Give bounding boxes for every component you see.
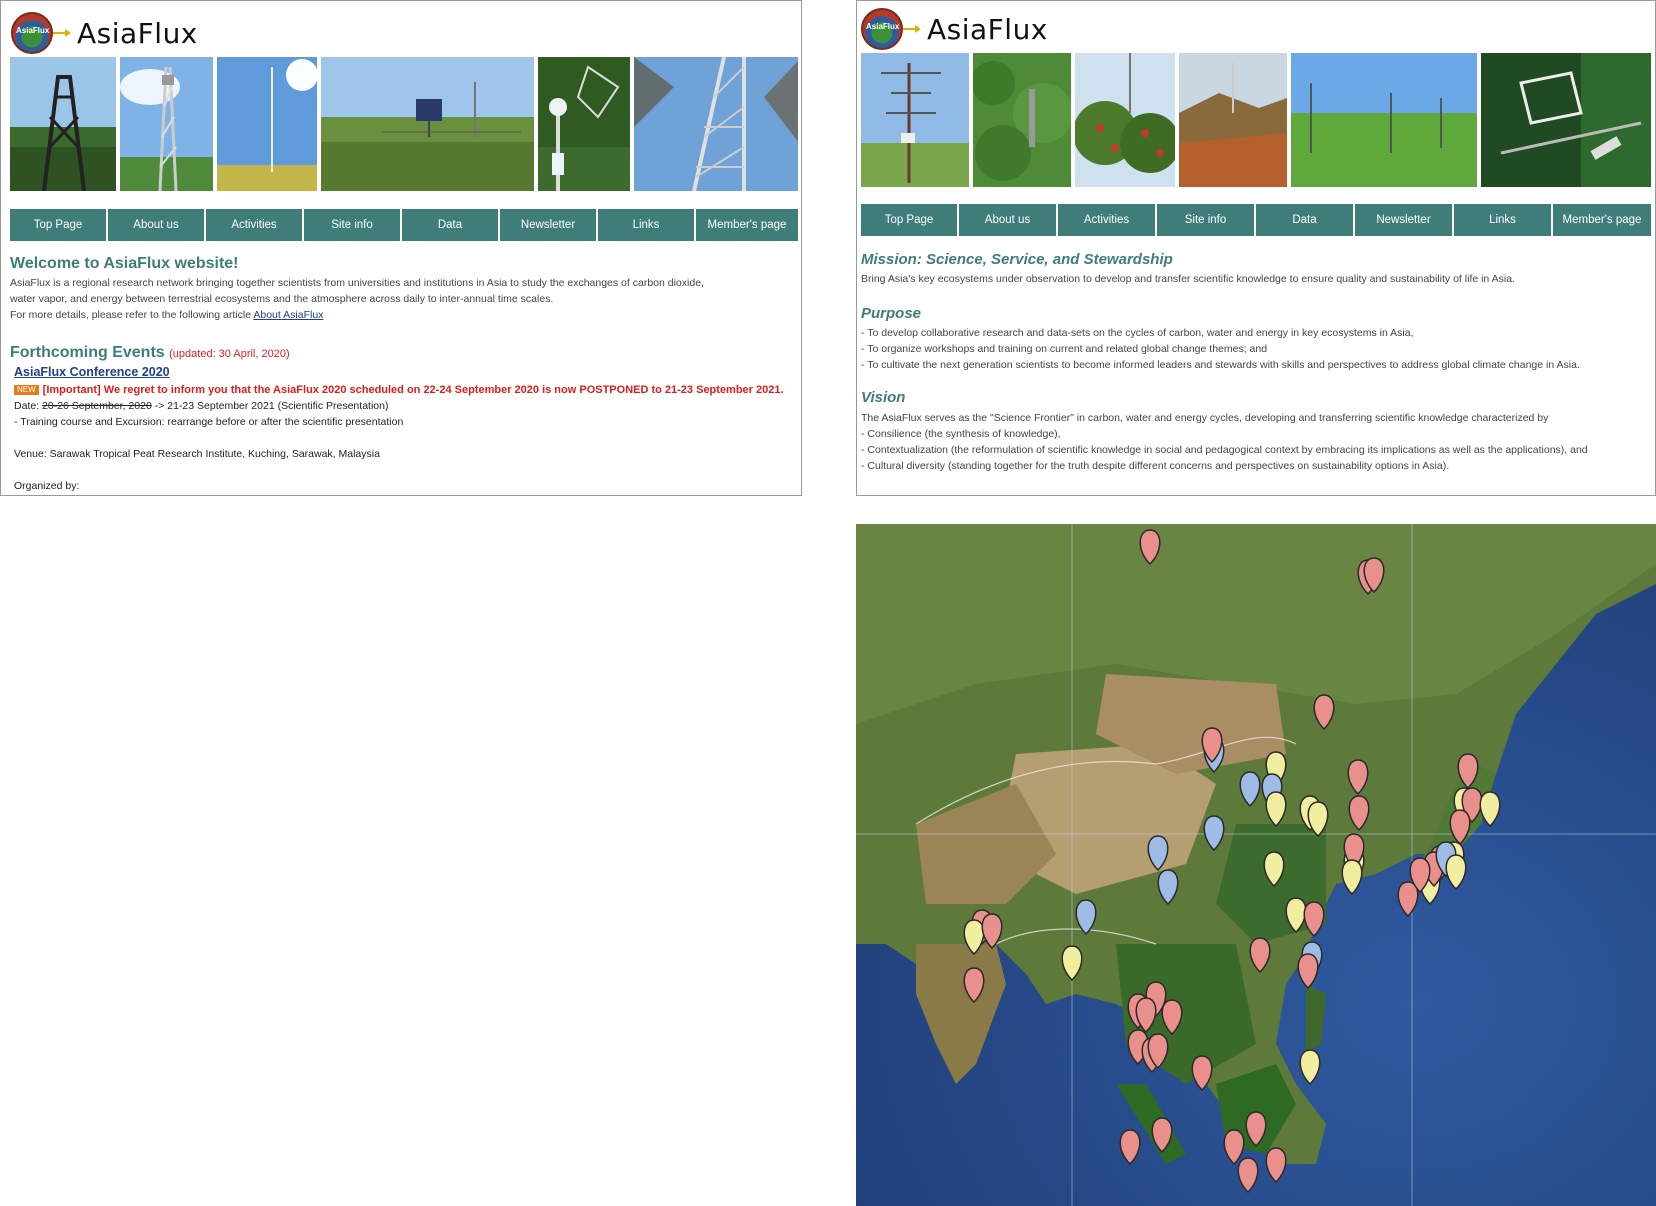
venue-line: Venue: Sarawak Tropical Peat Research In… xyxy=(14,448,380,460)
vision-list: The AsiaFlux serves as the "Science Fron… xyxy=(861,410,1651,474)
photo-mast-field xyxy=(217,57,317,191)
nav-newsletter[interactable]: Newsletter xyxy=(1355,204,1454,236)
purpose-item: - To organize workshops and training on … xyxy=(861,343,1268,355)
photo-banner xyxy=(861,53,1651,187)
purpose-title: Purpose xyxy=(861,305,922,322)
photo-forest-canopy xyxy=(973,53,1071,187)
vision-item: - Cultural diversity (standing together … xyxy=(861,460,1450,472)
conference-details: NEW [Important] We regret to inform you t… xyxy=(14,382,799,494)
nav-about-us[interactable]: About us xyxy=(959,204,1058,236)
conference-link[interactable]: AsiaFlux Conference 2020 xyxy=(14,365,170,379)
purpose-list: - To develop collaborative research and … xyxy=(861,325,1651,373)
training-line: - Training course and Excursion: rearran… xyxy=(14,416,404,428)
asiaflux-home-page: AsiaFlux AsiaFlux Top Page About us Acti… xyxy=(0,0,802,496)
nav-data[interactable]: Data xyxy=(402,209,500,241)
organized-by: Organized by: xyxy=(14,480,80,492)
nav-activities[interactable]: Activities xyxy=(206,209,304,241)
main-nav: Top Page About us Activities Site info D… xyxy=(10,209,798,241)
nav-newsletter[interactable]: Newsletter xyxy=(500,209,598,241)
globe-logo-icon: AsiaFlux xyxy=(11,12,53,54)
purpose-item: - To cultivate the next generation scien… xyxy=(861,359,1580,371)
site-map[interactable] xyxy=(856,524,1656,1206)
nav-members-page[interactable]: Member's page xyxy=(696,209,798,241)
nav-top-page[interactable]: Top Page xyxy=(10,209,108,241)
purpose-item: - To develop collaborative research and … xyxy=(861,327,1414,339)
vision-item: - Consilience (the synthesis of knowledg… xyxy=(861,428,1061,440)
photo-rice-paddy xyxy=(1291,53,1477,187)
welcome-line-1: AsiaFlux is a regional research network … xyxy=(10,277,704,289)
photo-sonic-anemometer xyxy=(538,57,630,191)
nav-site-info[interactable]: Site info xyxy=(304,209,402,241)
logo-text: AsiaFlux xyxy=(77,16,198,50)
nav-top-page[interactable]: Top Page xyxy=(861,204,959,236)
photo-banner xyxy=(10,57,798,191)
nav-members-page[interactable]: Member's page xyxy=(1553,204,1651,236)
photo-steel-tower xyxy=(119,57,214,191)
nav-links[interactable]: Links xyxy=(598,209,696,241)
satellite-map xyxy=(856,524,1656,1206)
date-line: Date: 20-26 September, 2020 -> 21-23 Sep… xyxy=(14,398,799,414)
welcome-title: Welcome to AsiaFlux website! xyxy=(10,255,239,272)
photo-tower-forest xyxy=(10,57,116,191)
events-title: Forthcoming Events xyxy=(10,344,165,361)
welcome-line-2: water vapor, and energy between terrestr… xyxy=(10,293,554,305)
about-asiaflux-link[interactable]: About AsiaFlux xyxy=(253,309,323,321)
nav-links[interactable]: Links xyxy=(1454,204,1553,236)
mission-title: Mission: Science, Service, and Stewardsh… xyxy=(861,251,1173,268)
nav-activities[interactable]: Activities xyxy=(1058,204,1157,236)
nav-data[interactable]: Data xyxy=(1256,204,1355,236)
vision-item: The AsiaFlux serves as the "Science Fron… xyxy=(861,412,1549,424)
photo-apple-orchard xyxy=(1075,53,1175,187)
logo[interactable]: AsiaFlux AsiaFlux xyxy=(11,11,198,55)
date-old: 20-26 September, 2020 xyxy=(42,400,152,412)
vision-item: - Contextualization (the reformulation o… xyxy=(861,444,1588,456)
welcome-text: AsiaFlux is a regional research network … xyxy=(10,275,790,323)
important-line: NEW [Important] We regret to inform you t… xyxy=(14,382,799,398)
arrow-icon xyxy=(53,29,71,37)
date-new: -> 21-23 September 2021 (Scientific Pres… xyxy=(154,400,389,412)
photo-met-tower xyxy=(861,53,969,187)
logo-text: AsiaFlux xyxy=(927,12,1048,46)
more-details-text: For more details, please refer to the fo… xyxy=(10,309,252,321)
photo-lattice-tower xyxy=(633,57,798,191)
logo[interactable]: AsiaFlux AsiaFlux xyxy=(861,7,1048,51)
vision-title: Vision xyxy=(861,389,906,406)
photo-grassland-station xyxy=(321,57,534,191)
photo-instrument-closeup xyxy=(1481,53,1651,187)
arrow-icon xyxy=(903,25,921,33)
asiaflux-about-page: AsiaFlux AsiaFlux Top Page About us Acti… xyxy=(856,0,1656,496)
new-badge: NEW xyxy=(14,385,39,396)
date-label: Date: xyxy=(14,400,40,412)
main-nav: Top Page About us Activities Site info D… xyxy=(861,204,1651,236)
events-updated: (updated: 30 April, 2020) xyxy=(169,348,290,360)
events-title-row: Forthcoming Events (updated: 30 April, 2… xyxy=(10,344,290,362)
mission-text: Bring Asia's key ecosystems under observ… xyxy=(861,273,1515,285)
more-details-line: For more details, please refer to the fo… xyxy=(10,307,790,323)
photo-autumn-valley xyxy=(1179,53,1287,187)
important-notice: [Important] We regret to inform you that… xyxy=(42,384,784,396)
nav-site-info[interactable]: Site info xyxy=(1157,204,1256,236)
globe-logo-icon: AsiaFlux xyxy=(861,8,903,50)
conference-heading: AsiaFlux Conference 2020 xyxy=(14,365,170,379)
nav-about-us[interactable]: About us xyxy=(108,209,206,241)
